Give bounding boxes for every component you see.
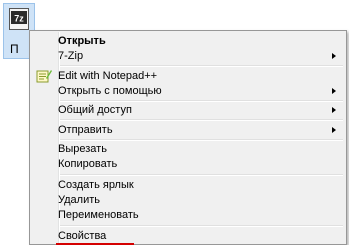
menu-item-rename[interactable]: Переименовать bbox=[32, 207, 344, 223]
menu-item-label: Отправить bbox=[58, 124, 113, 136]
submenu-arrow-icon bbox=[332, 127, 336, 133]
submenu-arrow-icon bbox=[332, 88, 336, 94]
menu-item-copy[interactable]: Копировать bbox=[32, 156, 344, 172]
menu-item-send-to[interactable]: Отправить bbox=[32, 122, 344, 138]
menu-item-label: Общий доступ bbox=[58, 104, 132, 116]
menu-separator bbox=[60, 119, 343, 121]
submenu-arrow-icon bbox=[332, 107, 336, 113]
menu-item-cut[interactable]: Вырезать bbox=[32, 141, 344, 157]
menu-item-7zip[interactable]: 7-Zip bbox=[32, 48, 344, 64]
menu-item-label: Открыть с помощью bbox=[58, 85, 162, 97]
menu-item-label: Вырезать bbox=[58, 143, 107, 155]
menu-item-delete[interactable]: Удалить bbox=[32, 192, 344, 208]
context-menu: Открыть 7-Zip Edit with Notepad++ Открыт… bbox=[29, 30, 347, 245]
menu-item-share[interactable]: Общий доступ bbox=[32, 102, 344, 118]
desktop-file-name: П bbox=[10, 42, 19, 56]
menu-item-label: Открыть bbox=[58, 35, 106, 47]
7zip-archive-icon: 7z bbox=[9, 8, 29, 30]
menu-item-label: Переименовать bbox=[58, 209, 139, 221]
menu-separator bbox=[60, 225, 343, 227]
submenu-arrow-icon bbox=[332, 53, 336, 59]
menu-item-open[interactable]: Открыть bbox=[32, 33, 344, 49]
menu-item-label: Удалить bbox=[58, 194, 100, 206]
menu-item-label: Edit with Notepad++ bbox=[58, 70, 158, 82]
menu-item-open-with[interactable]: Открыть с помощью bbox=[32, 83, 344, 99]
menu-item-create-shortcut[interactable]: Создать ярлык bbox=[32, 177, 344, 193]
menu-item-edit-with-notepad[interactable]: Edit with Notepad++ bbox=[32, 68, 344, 84]
menu-separator bbox=[60, 65, 343, 67]
menu-item-label: Создать ярлык bbox=[58, 179, 134, 191]
notepad-plus-plus-icon bbox=[36, 70, 52, 83]
menu-item-properties[interactable]: Свойства bbox=[32, 228, 344, 245]
svg-text:7z: 7z bbox=[14, 14, 24, 24]
menu-separator bbox=[60, 174, 343, 176]
menu-item-label: Свойства bbox=[58, 230, 107, 242]
menu-item-label: Копировать bbox=[58, 158, 118, 170]
menu-item-label: 7-Zip bbox=[58, 50, 84, 62]
